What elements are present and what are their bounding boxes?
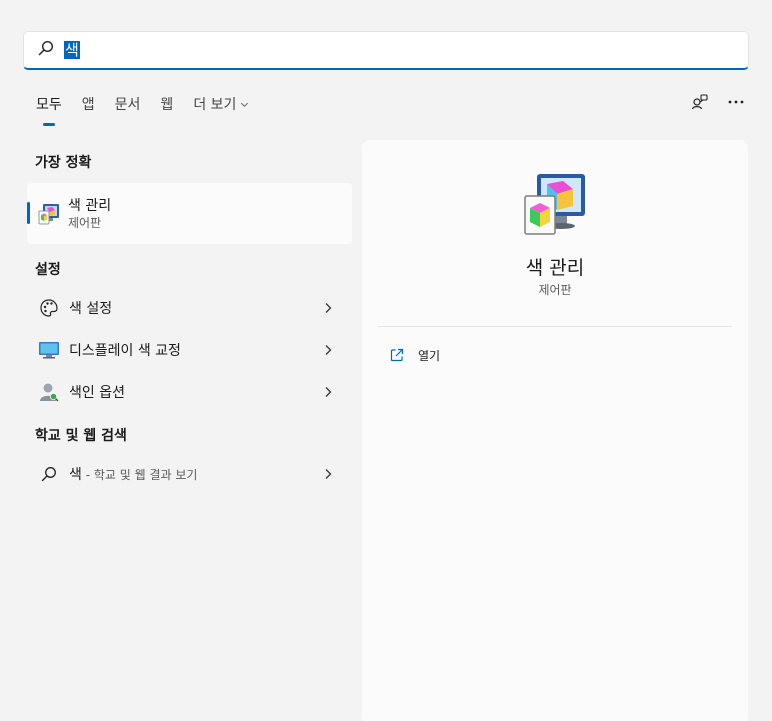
web-search-item[interactable]: 색 - 학교 및 웹 결과 보기 [27, 454, 352, 494]
chevron-right-icon [325, 303, 332, 313]
settings-item-color-settings[interactable]: 색 설정 [27, 288, 352, 328]
best-match-item[interactable]: 색 관리 제어판 [27, 183, 352, 244]
search-icon [38, 463, 60, 485]
chevron-right-icon [325, 345, 332, 355]
tab-all-label: 모두 [36, 97, 62, 113]
tab-more[interactable]: 더 보기 [193, 94, 249, 114]
account-switch-icon[interactable] [690, 92, 710, 112]
preview-subtitle: 제어판 [538, 283, 572, 297]
top-actions [690, 92, 746, 112]
tab-web[interactable]: 웹 [160, 94, 173, 114]
divider [378, 326, 732, 327]
search-input[interactable]: 색 [23, 31, 749, 70]
open-action-label: 열기 [418, 348, 441, 363]
section-title-settings: 설정 [35, 262, 61, 278]
user-search-icon [38, 381, 60, 403]
web-search-label: 색 - 학교 및 웹 결과 보기 [69, 464, 197, 484]
settings-item-label: 색인 옵션 [69, 385, 125, 401]
preview-pane: 색 관리 제어판 열기 [362, 140, 748, 721]
section-title-best-match: 가장 정확 [35, 155, 92, 171]
settings-item-display-calibration[interactable]: 디스플레이 색 교정 [27, 330, 352, 370]
tab-apps-label: 앱 [81, 97, 95, 113]
filter-tabs: 모두 앱 문서 웹 더 보기 [26, 92, 259, 116]
color-management-icon [38, 203, 59, 224]
search-query-text[interactable]: 색 [64, 41, 80, 59]
tab-apps[interactable]: 앱 [82, 94, 95, 114]
palette-icon [38, 297, 60, 319]
more-options-icon[interactable] [726, 92, 746, 112]
tab-web-label: 웹 [160, 97, 174, 113]
settings-item-indexing-options[interactable]: 색인 옵션 [27, 372, 352, 412]
tab-documents[interactable]: 문서 [115, 94, 141, 114]
open-action[interactable]: 열기 [390, 345, 440, 365]
settings-item-label: 디스플레이 색 교정 [69, 343, 181, 359]
tab-documents-label: 문서 [114, 97, 141, 113]
color-management-icon [524, 174, 585, 235]
best-match-title: 색 관리 [68, 197, 112, 214]
chevron-right-icon [325, 469, 332, 479]
chevron-right-icon [325, 387, 332, 397]
tab-all[interactable]: 모두 [36, 94, 62, 114]
settings-item-label: 색 설정 [69, 301, 113, 317]
best-match-subtitle: 제어판 [68, 215, 102, 230]
section-title-web: 학교 및 웹 검색 [35, 428, 127, 444]
monitor-icon [38, 339, 60, 361]
open-external-icon [390, 348, 404, 362]
tab-more-label: 더 보기 [193, 97, 237, 113]
web-search-term: 색 [69, 467, 82, 483]
preview-title: 색 관리 [525, 257, 585, 279]
web-search-suffix: - 학교 및 웹 결과 보기 [81, 468, 198, 482]
chevron-down-icon [241, 102, 249, 107]
search-icon [38, 40, 54, 60]
results-list: 가장 정확 색 관리 제어판 설정 색 설정 디스플레이 색 교정 색인 옵션 … [0, 140, 360, 721]
